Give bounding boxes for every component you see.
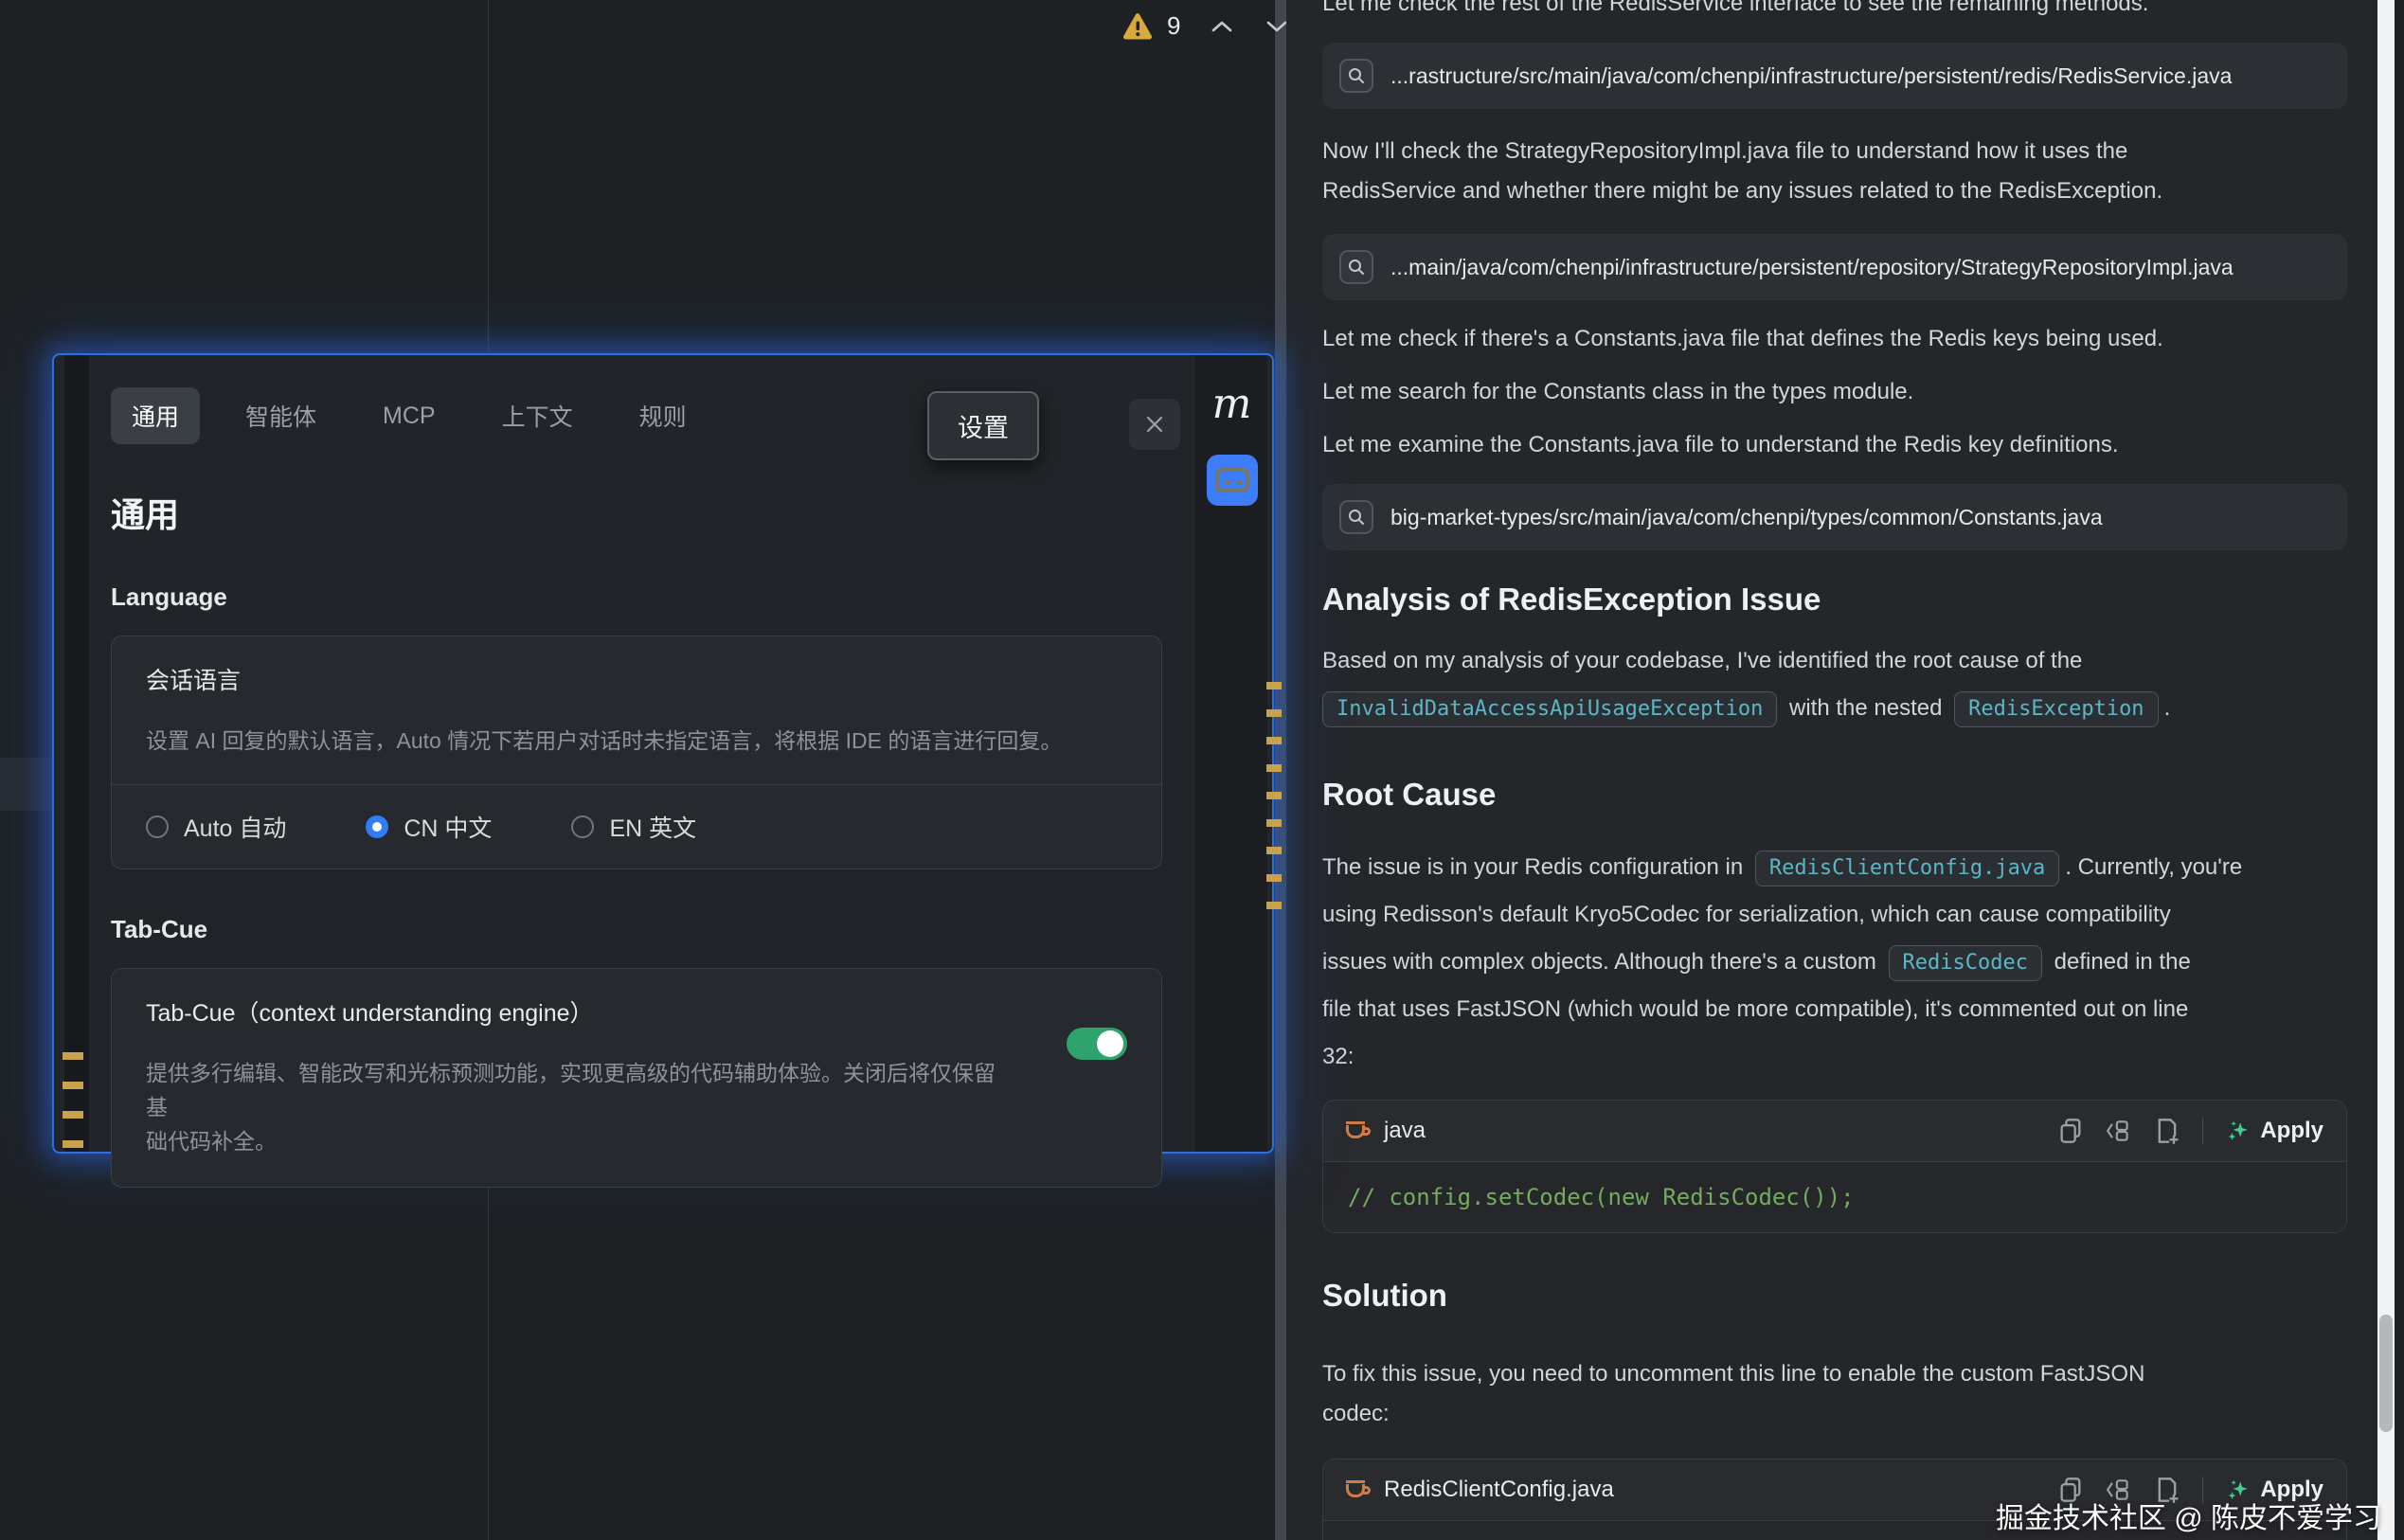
- settings-tooltip[interactable]: 设置: [927, 391, 1039, 460]
- chat-paragraph: The issue is in your Redis configuration…: [1322, 844, 2347, 1081]
- java-icon: [1346, 1480, 1371, 1499]
- watermark: 掘金技术社区 @ 陈皮不爱学习: [1996, 1495, 2381, 1536]
- text-line: To fix this issue, you need to uncomment…: [1322, 1361, 2144, 1387]
- warning-count: 9: [1167, 11, 1180, 41]
- text-fragment: with the nested: [1789, 695, 1942, 721]
- tabcue-card-title: Tab-Cue（context understanding engine）: [146, 999, 1127, 1028]
- text-line: 提供多行编辑、智能改写和光标预测功能，实现更高级的代码辅助体验。关闭后将仅保留基: [146, 1061, 996, 1119]
- file-path: ...rastructure/src/main/java/com/chenpi/…: [1390, 56, 2232, 96]
- text-line: Based on my analysis of your codebase, I…: [1322, 648, 2082, 673]
- radio-icon: [366, 815, 388, 838]
- tabcue-card: Tab-Cue（context understanding engine） 提供…: [111, 968, 1162, 1188]
- dialog-left-rail: [64, 355, 89, 1152]
- tab-rules[interactable]: 规则: [619, 387, 708, 444]
- text-line: file that uses FastJSON (which would be …: [1322, 996, 2188, 1022]
- search-icon: [1339, 250, 1373, 284]
- tabcue-toggle[interactable]: [1067, 1028, 1127, 1060]
- text-fragment: The issue is in your Redis configuration…: [1322, 854, 1743, 880]
- code-block-java: java Apply // config.setCodec(new R: [1322, 1100, 2347, 1233]
- radio-auto[interactable]: Auto 自动: [146, 810, 286, 844]
- settings-dialog: m 设置 通用 智能体 MCP 上下文 规则 通用 Language 会话语言 …: [52, 353, 1274, 1154]
- text-line: 32:: [1322, 1044, 1354, 1069]
- radio-icon: [571, 815, 594, 838]
- file-path: ...main/java/com/chenpi/infrastructure/p…: [1390, 247, 2234, 287]
- chat-paragraph: Let me examine the Constants.java file t…: [1322, 425, 2347, 465]
- tabcue-card-desc: 提供多行编辑、智能改写和光标预测功能，实现更高级的代码辅助体验。关闭后将仅保留基…: [146, 1056, 1003, 1158]
- inline-code-chip: InvalidDataAccessApiUsageException: [1322, 691, 1777, 727]
- section-heading-root-cause: Root Cause: [1322, 774, 2347, 815]
- chat-scrollbar-thumb[interactable]: [2379, 1315, 2393, 1432]
- insert-at-cursor-icon[interactable]: [2106, 1119, 2132, 1143]
- radio-label: CN 中文: [404, 810, 492, 844]
- radio-en[interactable]: EN 英文: [571, 810, 696, 844]
- warning-markers-left: [63, 1052, 83, 1155]
- search-icon: [1339, 500, 1373, 534]
- radio-icon: [146, 815, 169, 838]
- language-card: 会话语言 设置 AI 回复的默认语言，Auto 情况下若用户对话时未指定语言，将…: [111, 636, 1162, 869]
- text-line: InvalidDataAccessApiUsageException with …: [1322, 695, 2170, 721]
- copy-icon[interactable]: [2058, 1118, 2083, 1144]
- code-line: // config.setCodec(new RedisCodec());: [1348, 1184, 1855, 1210]
- text-line: RedisService and whether there might be …: [1322, 178, 2162, 204]
- text-fragment: defined in the: [2054, 949, 2191, 975]
- inline-code-chip: RedisCodec: [1889, 945, 2042, 981]
- text-fragment: issues with complex objects. Although th…: [1322, 949, 1876, 975]
- file-search-result[interactable]: ...main/java/com/chenpi/infrastructure/p…: [1322, 234, 2347, 300]
- code-language-label: java: [1384, 1111, 1426, 1151]
- chat-paragraph: Now I'll check the StrategyRepositoryImp…: [1322, 132, 2347, 211]
- file-search-result[interactable]: big-market-types/src/main/java/com/chenp…: [1322, 484, 2347, 550]
- java-icon: [1346, 1121, 1371, 1140]
- radio-label: Auto 自动: [184, 810, 286, 844]
- chat-paragraph: Let me search for the Constants class in…: [1322, 372, 2347, 412]
- radio-label: EN 英文: [609, 810, 696, 844]
- tab-context[interactable]: 上下文: [481, 387, 594, 444]
- language-card-desc: 设置 AI 回复的默认语言，Auto 情况下若用户对话时未指定语言，将根据 ID…: [146, 724, 1127, 784]
- code-file-title: RedisClientConfig.java: [1384, 1470, 1614, 1510]
- page-title: 通用: [111, 488, 1162, 537]
- m-logo: m: [1212, 380, 1252, 428]
- text-line: Now I'll check the StrategyRepositoryImp…: [1322, 138, 2127, 164]
- inline-code-chip: RedisException: [1954, 691, 2158, 727]
- text-fragment: . Currently, you're: [2065, 854, 2242, 880]
- inline-code-chip: RedisClientConfig.java: [1755, 851, 2059, 886]
- problems-indicator[interactable]: 9: [1121, 11, 1290, 41]
- code-block-header: java Apply: [1323, 1101, 2346, 1161]
- search-icon: [1339, 59, 1373, 93]
- new-file-icon[interactable]: [2155, 1118, 2180, 1144]
- section-heading-solution: Solution: [1322, 1275, 2347, 1316]
- chat-paragraph: Let me check the rest of the RedisServic…: [1322, 0, 2347, 24]
- language-group-label: Language: [111, 582, 1162, 611]
- chevron-up-icon[interactable]: [1209, 18, 1235, 35]
- language-options: Auto 自动 CN 中文 EN 英文: [112, 784, 1161, 868]
- text-fragment: .: [2164, 695, 2171, 721]
- text-line: 础代码补全。: [146, 1129, 277, 1154]
- chat-scrollbar-track[interactable]: [2377, 0, 2395, 1540]
- settings-content: 通用 智能体 MCP 上下文 规则 通用 Language 会话语言 设置 AI…: [111, 355, 1162, 1152]
- robot-face-glyph: [1215, 468, 1249, 492]
- toggle-knob: [1097, 1030, 1123, 1057]
- radio-cn[interactable]: CN 中文: [366, 810, 492, 844]
- warning-markers-right: [1266, 682, 1282, 909]
- tab-mcp[interactable]: MCP: [362, 391, 457, 441]
- dialog-right-rail: m: [1195, 355, 1267, 1152]
- language-card-title: 会话语言: [146, 667, 1127, 695]
- text-line: codec:: [1322, 1401, 1390, 1426]
- assistant-robot-icon[interactable]: [1207, 455, 1258, 506]
- file-path: big-market-types/src/main/java/com/chenp…: [1390, 497, 2103, 537]
- warning-icon: [1121, 12, 1154, 41]
- toolbar-divider: [2202, 1118, 2203, 1144]
- chat-paragraph: Based on my analysis of your codebase, I…: [1322, 641, 2347, 736]
- tab-agents[interactable]: 智能体: [224, 387, 337, 444]
- section-heading-analysis: Analysis of RedisException Issue: [1322, 579, 2347, 620]
- chat-paragraph: Let me check if there's a Constants.java…: [1322, 319, 2347, 359]
- file-search-result[interactable]: ...rastructure/src/main/java/com/chenpi/…: [1322, 43, 2347, 109]
- apply-button[interactable]: Apply: [2226, 1111, 2323, 1151]
- tabcue-group-label: Tab-Cue: [111, 915, 1162, 943]
- assistant-chat-panel: Let me check the rest of the RedisServic…: [1286, 0, 2377, 1540]
- apply-label: Apply: [2260, 1111, 2323, 1151]
- tab-general[interactable]: 通用: [111, 387, 200, 444]
- code-content: // config.setCodec(new RedisCodec());: [1323, 1161, 2346, 1232]
- chat-paragraph: To fix this issue, you need to uncomment…: [1322, 1354, 2347, 1434]
- text-line: using Redisson's default Kryo5Codec for …: [1322, 902, 2171, 927]
